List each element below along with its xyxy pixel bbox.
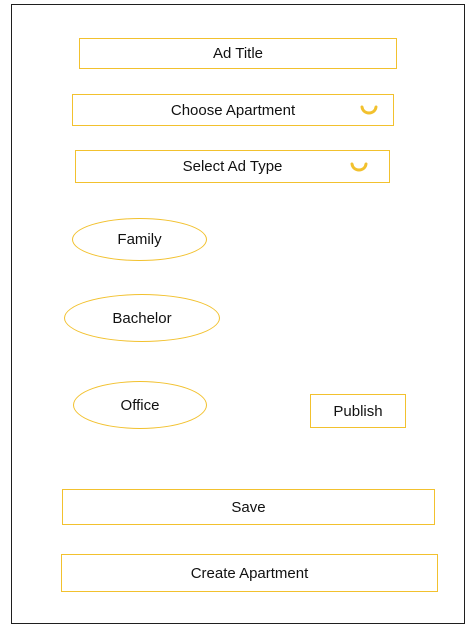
choose-apartment-dropdown[interactable]: Choose Apartment <box>72 94 394 126</box>
family-label: Family <box>117 231 162 248</box>
select-ad-type-dropdown[interactable]: Select Ad Type <box>75 150 390 183</box>
select-ad-type-label: Select Ad Type <box>182 158 283 175</box>
bachelor-label: Bachelor <box>112 309 172 327</box>
office-label: Office <box>120 396 160 414</box>
publish-button[interactable]: Publish <box>310 394 406 428</box>
chevron-down-icon <box>350 162 368 171</box>
save-button[interactable]: Save <box>62 489 435 525</box>
ad-title-field[interactable]: Ad Title <box>79 38 397 69</box>
create-apartment-label: Create Apartment <box>190 564 309 582</box>
ad-title-label: Ad Title <box>212 45 264 62</box>
ad-type-bachelor-option[interactable]: Bachelor <box>64 294 220 342</box>
create-apartment-button[interactable]: Create Apartment <box>61 554 438 592</box>
ad-type-office-option[interactable]: Office <box>73 381 207 429</box>
publish-label: Publish <box>333 402 383 420</box>
save-label: Save <box>231 498 266 516</box>
choose-apartment-label: Choose Apartment <box>170 101 296 119</box>
ad-type-family-option[interactable]: Family <box>72 218 207 261</box>
chevron-down-icon <box>360 105 378 115</box>
